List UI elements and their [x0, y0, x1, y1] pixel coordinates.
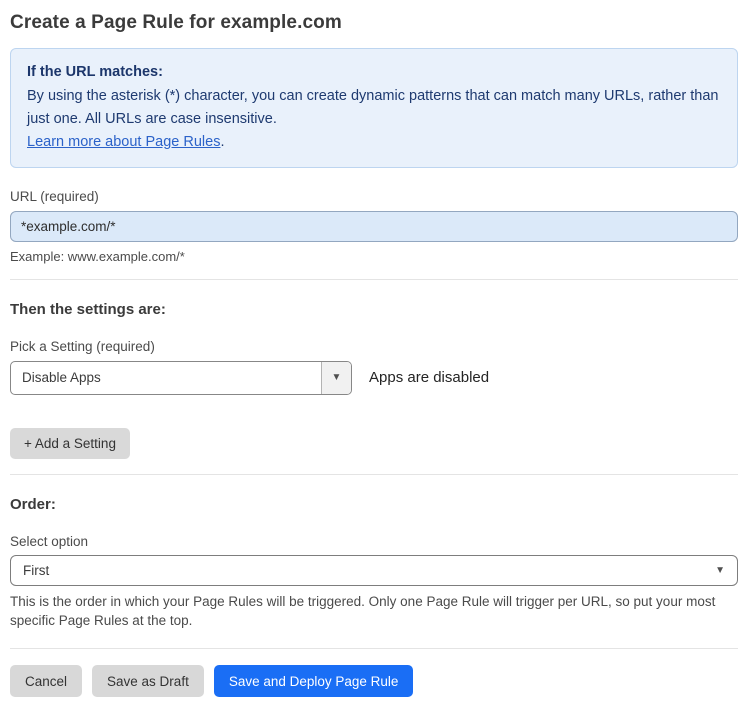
settings-section-heading: Then the settings are:: [10, 300, 166, 318]
add-setting-button[interactable]: + Add a Setting: [10, 427, 130, 459]
info-box-body: By using the asterisk (*) character, you…: [27, 85, 721, 154]
info-box-heading: If the URL matches:: [27, 64, 163, 80]
url-match-info-box: If the URL matches: By using the asteris…: [10, 48, 738, 168]
order-section-heading: Order:: [10, 495, 56, 513]
order-select-label: Select option: [10, 533, 89, 549]
save-as-draft-button[interactable]: Save as Draft: [92, 665, 204, 698]
setting-row: Disable Apps ▼ Apps are disabled: [10, 360, 738, 395]
setting-select[interactable]: Disable Apps ▼: [10, 360, 352, 395]
divider: [10, 648, 738, 650]
setting-select-value[interactable]: Disable Apps: [11, 362, 321, 394]
info-box-body-text: By using the asterisk (*) character, you…: [27, 87, 719, 127]
learn-more-link[interactable]: Learn more about Page Rules: [27, 134, 220, 150]
url-input[interactable]: [10, 210, 738, 242]
link-suffix: .: [220, 133, 225, 150]
order-select-value: First: [23, 562, 50, 578]
page-rule-form: Create a Page Rule for example.com If th…: [0, 0, 750, 709]
chevron-down-icon: ▼: [331, 372, 342, 384]
setting-picker-label: Pick a Setting (required): [10, 338, 155, 354]
setting-select-arrow-button[interactable]: ▼: [321, 361, 351, 394]
save-and-deploy-button[interactable]: Save and Deploy Page Rule: [213, 665, 414, 698]
page-title: Create a Page Rule for example.com: [10, 12, 342, 33]
order-select[interactable]: First ▼: [10, 554, 738, 586]
url-field-label: URL (required): [10, 188, 99, 204]
footer-actions: Cancel Save as Draft Save and Deploy Pag…: [10, 665, 738, 698]
divider: [10, 278, 738, 280]
chevron-down-icon: ▼: [715, 564, 725, 576]
setting-status-text: Apps are disabled: [369, 369, 490, 387]
cancel-button[interactable]: Cancel: [10, 665, 83, 698]
divider: [10, 473, 738, 475]
order-help-text: This is the order in which your Page Rul…: [10, 593, 716, 628]
url-example-text: Example: www.example.com/*: [10, 248, 185, 264]
